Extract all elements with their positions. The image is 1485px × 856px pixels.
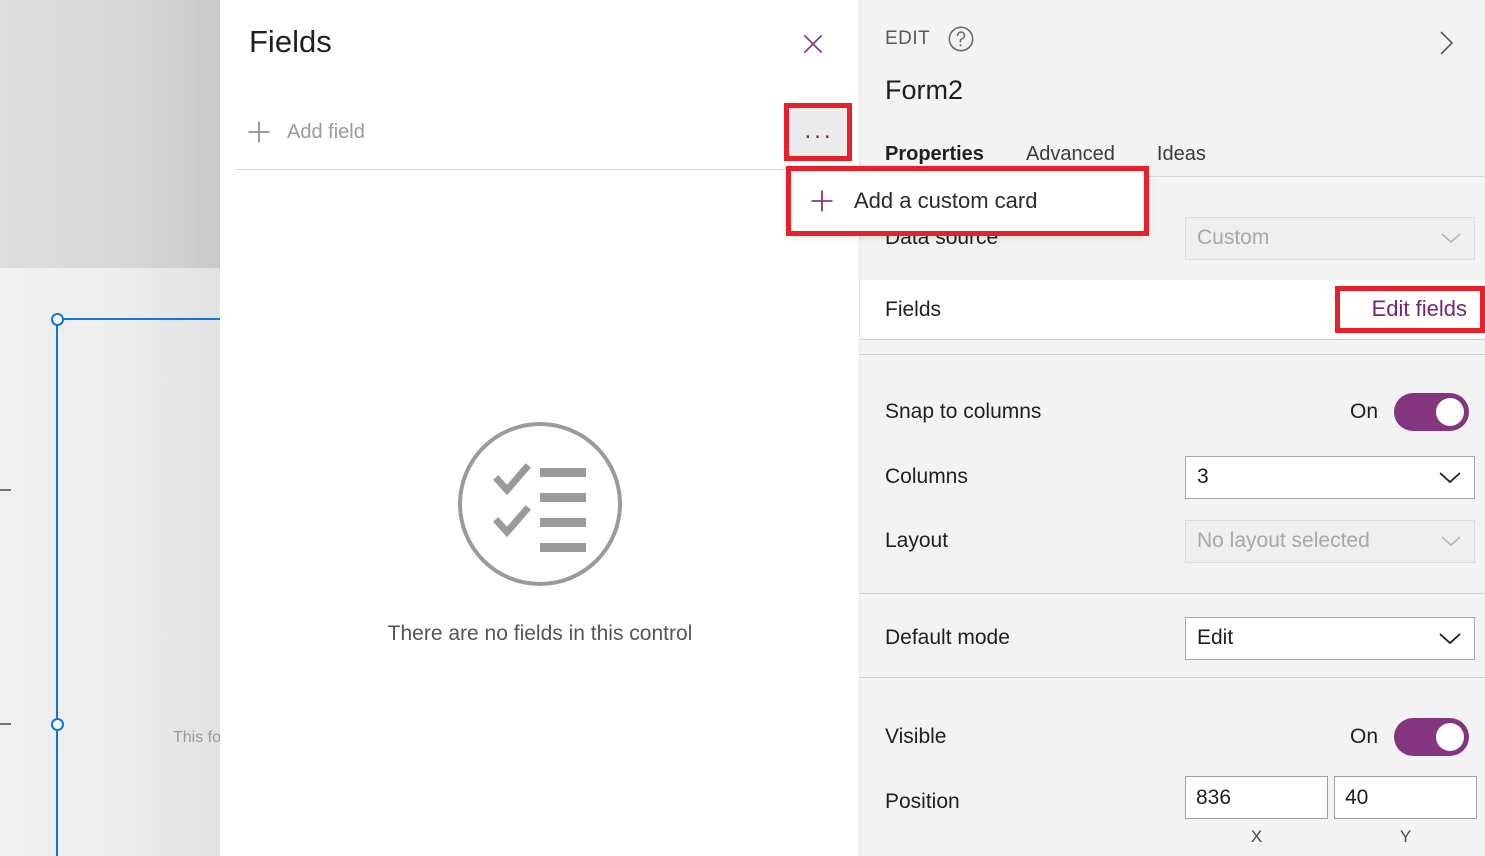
chevron-down-icon (1438, 631, 1462, 646)
add-custom-card-label: Add a custom card (854, 188, 1038, 213)
row-fields: Fields Edit fields (860, 280, 1485, 340)
canvas-form-placeholder-text: This fo (173, 729, 220, 746)
columns-label: Columns (885, 465, 968, 488)
selection-handle-middle-left[interactable] (51, 718, 64, 731)
edit-mode-label: EDIT (885, 28, 931, 49)
selection-outline-vertical (56, 318, 58, 856)
selection-handle-top-left[interactable] (51, 313, 64, 326)
row-fields-band: Fields Edit fields (860, 280, 1485, 340)
question-circle-icon[interactable] (947, 25, 975, 53)
plus-icon (245, 118, 273, 146)
canvas-surface (0, 268, 220, 856)
row-visible: Visible On (860, 709, 1485, 765)
visible-toggle[interactable] (1394, 718, 1469, 756)
data-source-value: Custom (1197, 226, 1270, 249)
fields-panel: Fields Add field ... There are no fields… (220, 0, 860, 856)
chevron-down-icon (1440, 231, 1462, 245)
canvas-toolbar-area (0, 0, 220, 268)
data-source-dropdown[interactable]: Custom (1185, 216, 1475, 260)
fields-panel-header: Fields (220, 0, 860, 88)
position-x-axis-label: X (1250, 827, 1263, 846)
chevron-right-icon[interactable] (1425, 22, 1467, 64)
ellipsis-dots: ... (804, 117, 834, 144)
row-layout: Layout No layout selected (860, 513, 1485, 569)
columns-value: 3 (1197, 465, 1209, 488)
snap-to-columns-toggle[interactable] (1394, 393, 1469, 431)
ellipsis-icon[interactable]: ... (788, 104, 850, 158)
fields-label: Fields (885, 298, 942, 321)
columns-dropdown[interactable]: 3 (1185, 455, 1475, 499)
page-title: Form2 (885, 75, 964, 105)
chevron-down-icon (1438, 470, 1462, 485)
selection-outline-horizontal (57, 318, 220, 320)
edit-fields-link[interactable]: Edit fields (1372, 296, 1467, 322)
position-label: Position (885, 790, 960, 813)
layout-label: Layout (885, 529, 949, 552)
row-default-mode: Default mode Edit (860, 610, 1485, 666)
tab-ideas[interactable]: Ideas (1157, 143, 1206, 174)
position-y-input[interactable] (1334, 776, 1477, 819)
section-divider (860, 354, 1485, 355)
default-mode-dropdown[interactable]: Edit (1185, 616, 1475, 660)
snap-to-columns-state: On (1349, 400, 1378, 423)
layout-value: No layout selected (1197, 529, 1370, 552)
default-mode-value: Edit (1197, 626, 1234, 649)
fields-panel-title: Fields (249, 24, 332, 59)
canvas-ruler-tick (0, 489, 11, 491)
add-field-row: Add field ... (220, 96, 860, 168)
visible-label: Visible (885, 725, 947, 748)
row-columns: Columns 3 (860, 449, 1485, 505)
snap-to-columns-label: Snap to columns (885, 400, 1042, 423)
fields-panel-divider (236, 169, 860, 170)
position-y-axis-label: Y (1399, 827, 1412, 846)
add-field-button[interactable]: Add field (245, 106, 365, 158)
section-divider (860, 339, 1485, 340)
add-field-label: Add field (287, 120, 365, 143)
canvas-ruler-tick (0, 723, 11, 725)
chevron-down-icon (1440, 534, 1462, 548)
section-divider (860, 593, 1485, 594)
visible-toggle-group: On (1350, 718, 1469, 756)
plus-icon (808, 187, 836, 215)
app-root: This fo Fields Add field ... There are n… (0, 0, 1485, 856)
visible-state: On (1349, 725, 1378, 748)
properties-panel-header: EDIT Form2 (860, 0, 1485, 132)
section-divider (860, 677, 1485, 678)
add-custom-card-menu-item[interactable]: Add a custom card (790, 170, 1145, 232)
layout-dropdown[interactable]: No layout selected (1185, 519, 1475, 563)
fields-empty-state: There are no fields in this control (220, 420, 860, 646)
toggle-knob (1436, 398, 1464, 426)
fields-empty-state-text: There are no fields in this control (387, 622, 693, 645)
close-icon[interactable] (791, 22, 835, 66)
snap-to-columns-toggle-group: On (1350, 393, 1469, 431)
toggle-knob (1436, 723, 1464, 751)
position-x-input[interactable] (1185, 776, 1328, 819)
default-mode-label: Default mode (885, 626, 1010, 649)
checklist-circle-icon (456, 420, 624, 588)
row-snap-to-columns: Snap to columns On (860, 384, 1485, 440)
